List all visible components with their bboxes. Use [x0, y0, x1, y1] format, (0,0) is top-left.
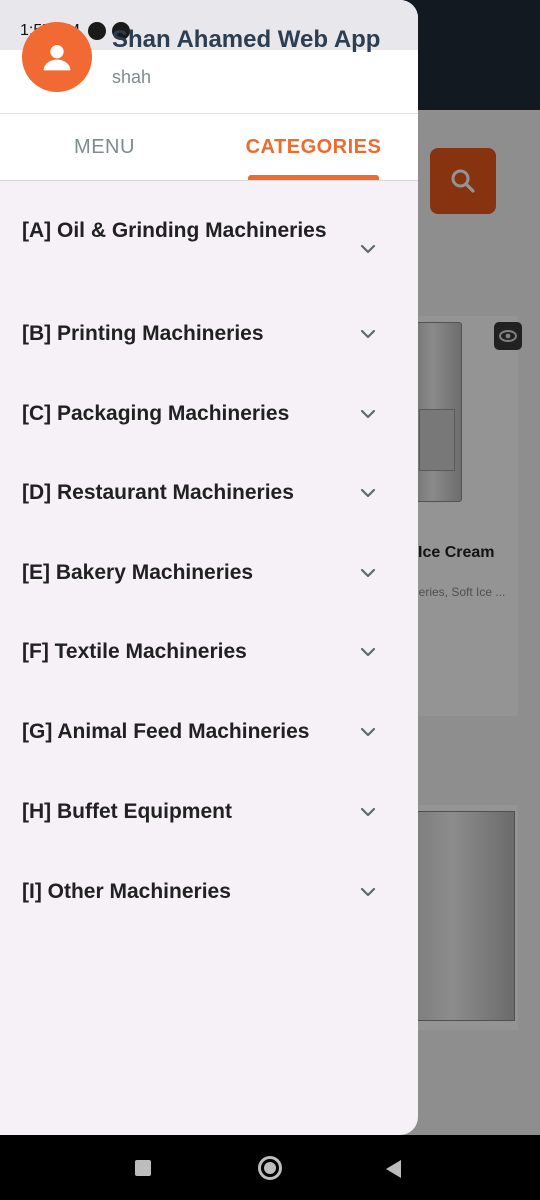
app-title: Shan Ahamed Web App	[112, 26, 381, 53]
category-item-oil-grinding[interactable]: [A] Oil & Grinding Machineries	[22, 214, 352, 247]
chevron-down-icon[interactable]	[358, 642, 378, 662]
chevron-down-icon[interactable]	[358, 563, 378, 583]
category-item-animal-feed[interactable]: [G] Animal Feed Machineries	[22, 715, 352, 748]
back-triangle-icon[interactable]	[386, 1160, 401, 1178]
chevron-down-icon[interactable]	[358, 483, 378, 503]
navigation-drawer: 1:57 PM Shan Ahamed Web App shah MENU CA…	[0, 0, 418, 1135]
category-item-bakery[interactable]: [E] Bakery Machineries	[22, 556, 352, 589]
drawer-tabs: MENU CATEGORIES	[0, 114, 418, 181]
chevron-down-icon[interactable]	[358, 802, 378, 822]
chevron-down-icon[interactable]	[358, 324, 378, 344]
category-item-textile[interactable]: [F] Textile Machineries	[22, 635, 352, 668]
chevron-down-icon[interactable]	[358, 722, 378, 742]
category-item-packaging[interactable]: [C] Packaging Machineries	[22, 397, 352, 430]
tab-menu[interactable]: MENU	[0, 114, 209, 181]
drawer-header: 1:57 PM Shan Ahamed Web App shah	[0, 0, 418, 114]
category-item-printing[interactable]: [B] Printing Machineries	[22, 317, 352, 350]
category-item-buffet[interactable]: [H] Buffet Equipment	[22, 795, 352, 828]
person-icon	[43, 45, 71, 71]
avatar[interactable]	[22, 22, 92, 92]
chevron-down-icon[interactable]	[358, 239, 378, 259]
tab-categories[interactable]: CATEGORIES	[209, 114, 418, 181]
chevron-down-icon[interactable]	[358, 882, 378, 902]
chevron-down-icon[interactable]	[358, 404, 378, 424]
category-item-other[interactable]: [I] Other Machineries	[22, 875, 352, 908]
square-icon[interactable]	[135, 1160, 151, 1176]
active-tab-indicator	[248, 175, 379, 180]
category-item-restaurant[interactable]: [D] Restaurant Machineries	[22, 476, 352, 509]
home-circle-icon[interactable]	[258, 1156, 282, 1180]
username: shah	[112, 67, 152, 87]
notification-icon	[88, 22, 106, 40]
